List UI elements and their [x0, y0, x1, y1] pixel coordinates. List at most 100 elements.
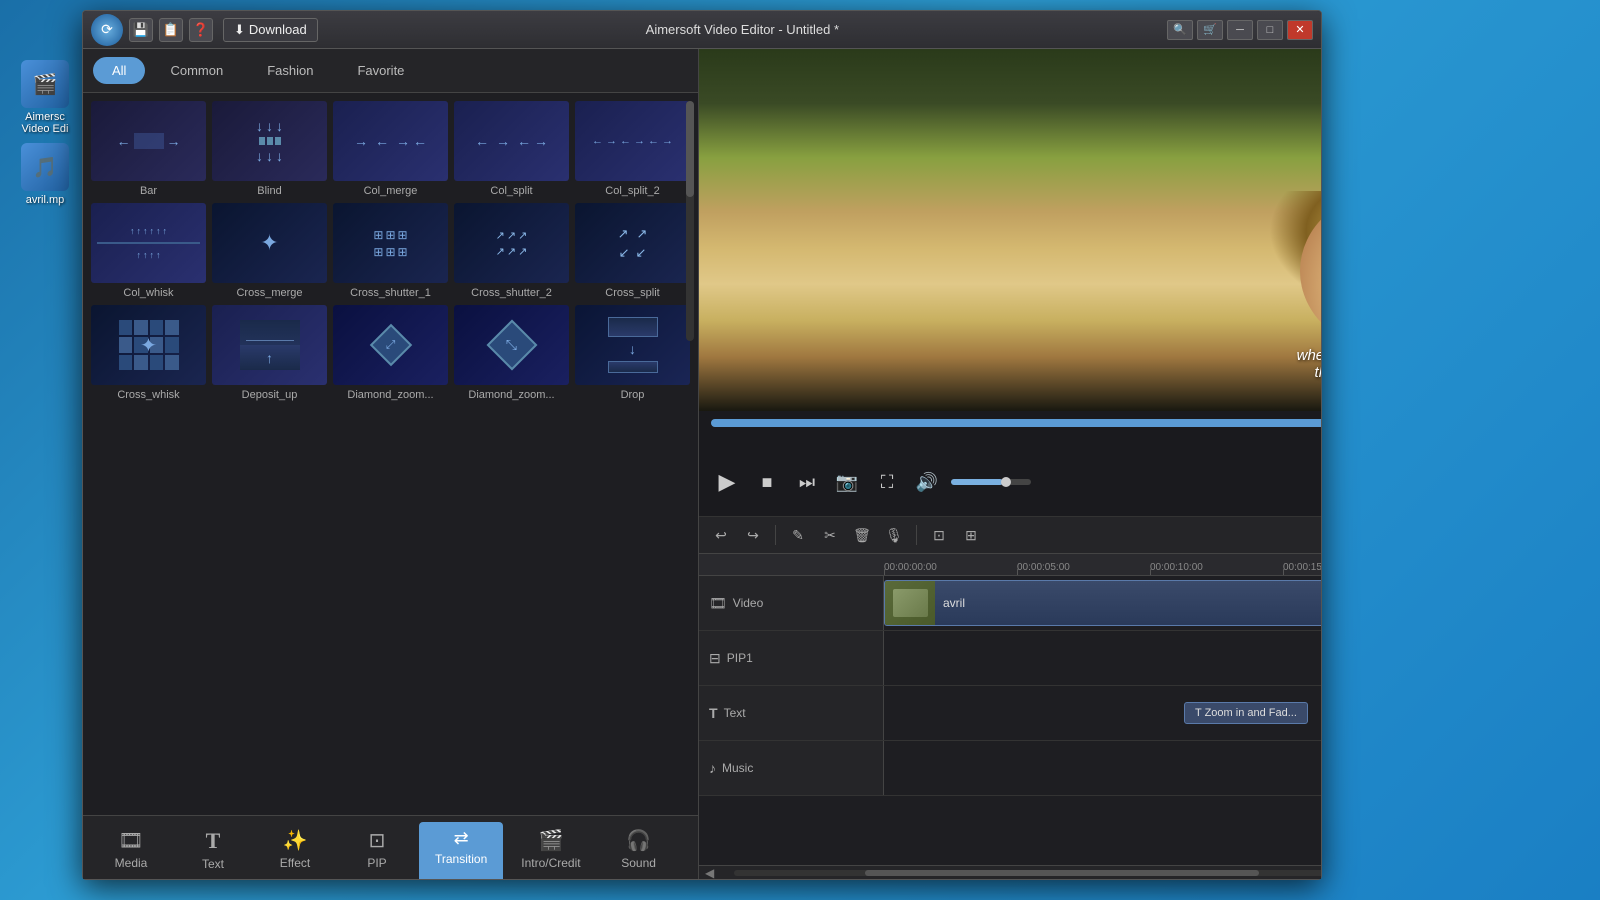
desktop-icon-avril[interactable]: 🎵 avril.mp	[10, 143, 80, 206]
effect-blind-label: Blind	[257, 185, 281, 197]
timeline-toolbar: ↩ ↪ ✎ ✂ 🗑 🎙 ⊡ ⊞ ◦	[699, 517, 1321, 554]
subtitle-line1: when you walk away I count	[1297, 347, 1321, 364]
tab-transition[interactable]: ⇄ Transition	[419, 822, 503, 879]
effect-cross-whisk-label: Cross_whisk	[117, 389, 179, 401]
record-button[interactable]: 🎙	[880, 521, 908, 549]
effect-col-split-label: Col_split	[490, 185, 532, 197]
scroll-left-arrow[interactable]: ◀	[705, 866, 714, 880]
track-label-video: 🎞 Video	[699, 576, 884, 630]
effect-diamond-zoom1[interactable]: ⤢ Diamond_zoom...	[333, 305, 448, 401]
maximize-button[interactable]: □	[1257, 20, 1283, 40]
effect-drop-label: Drop	[621, 389, 645, 401]
detach-button[interactable]: ⊡	[925, 521, 953, 549]
search-button[interactable]: 🔍	[1167, 20, 1193, 40]
effect-col-split[interactable]: ← → ← → Col_split	[454, 101, 569, 197]
track-content-pip1[interactable]	[884, 631, 1321, 685]
minimize-button[interactable]: ─	[1227, 20, 1253, 40]
effect-cross-shutter2[interactable]: ↗ ↗ ↗ ↗ ↗ ↗ Cross_s	[454, 203, 569, 299]
tab-common[interactable]: Common	[151, 57, 242, 84]
fullscreen-button[interactable]: ⛶	[871, 466, 903, 498]
tab-effect[interactable]: ✨ Effect	[255, 822, 335, 879]
track-content-video[interactable]: avril	[884, 576, 1321, 630]
close-button[interactable]: ✕	[1287, 20, 1313, 40]
toolbar-sep-1	[775, 525, 776, 545]
track-row-text: T Text T Zoom in and Fad...	[699, 686, 1321, 741]
video-preview: when you walk away I count the steps tha…	[699, 49, 1321, 411]
effect-bar[interactable]: ← → Bar	[91, 101, 206, 197]
effect-blind[interactable]: ↓↓↓ ↓↓↓ Blind	[212, 101, 327, 197]
history-button[interactable]: 📋	[159, 18, 183, 42]
track-row-music: ♪ Music	[699, 741, 1321, 796]
effect-col-whisk-thumb: ↑↑ ↑↑ ↑↑ ↑↑ ↑↑	[91, 203, 206, 283]
effect-deposit-up-label: Deposit_up	[242, 389, 298, 401]
effect-col-split2[interactable]: ← → ← → ← → Col_split_2	[575, 101, 690, 197]
effects-grid-container: ← → Bar ↓↓↓	[83, 93, 698, 815]
app-title: Aimersoft Video Editor - Untitled *	[318, 22, 1167, 37]
snapshot-button[interactable]: 📷	[831, 466, 863, 498]
effect-diamond-zoom1-thumb: ⤢	[333, 305, 448, 385]
help-button[interactable]: ❓	[189, 18, 213, 42]
redo-button[interactable]: ↪	[739, 521, 767, 549]
edit-button[interactable]: ✎	[784, 521, 812, 549]
media-icon: 🎞	[118, 828, 143, 853]
effect-col-merge[interactable]: → ← → ← Col_merge	[333, 101, 448, 197]
tab-sound[interactable]: 🎧 Sound	[599, 822, 679, 879]
play-button[interactable]: ▶	[711, 466, 743, 498]
tab-text[interactable]: T Text	[173, 822, 253, 879]
progress-bar[interactable]	[711, 419, 1321, 427]
effect-col-split-thumb: ← → ← →	[454, 101, 569, 181]
cut-button[interactable]: ✂	[816, 521, 844, 549]
volume-handle[interactable]	[1001, 477, 1011, 487]
logo-icon: ⟳	[101, 21, 113, 38]
tab-media[interactable]: 🎞 Media	[91, 822, 171, 879]
video-track-label: Video	[733, 596, 763, 610]
effect-diamond-zoom2[interactable]: ⤡ Diamond_zoom...	[454, 305, 569, 401]
music-track-icon: ♪	[709, 760, 716, 776]
right-panel: when you walk away I count the steps tha…	[699, 49, 1321, 879]
desktop-icon-aimersoft[interactable]: 🎬 Aimersc Video Edi	[10, 60, 80, 135]
delete-button[interactable]: 🗑	[848, 521, 876, 549]
progress-container: 00:00:28 / 00:00:30	[699, 411, 1321, 448]
mosaic-button[interactable]: ⊞	[957, 521, 985, 549]
undo-button[interactable]: ↩	[707, 521, 735, 549]
download-button[interactable]: ⬇ Download	[223, 18, 318, 42]
effect-bar-thumb: ← →	[91, 101, 206, 181]
track-content-text[interactable]: T Zoom in and Fad...	[884, 686, 1321, 740]
effect-drop[interactable]: ↓ Drop	[575, 305, 690, 401]
sound-icon: 🎧	[626, 828, 651, 853]
cart-button[interactable]: 🛒	[1197, 20, 1223, 40]
track-content-music[interactable]	[884, 741, 1321, 795]
app-logo: ⟳	[91, 14, 123, 46]
effect-col-whisk[interactable]: ↑↑ ↑↑ ↑↑ ↑↑ ↑↑ Col_w	[91, 203, 206, 299]
effect-cross-split[interactable]: ↗ ↗ ↙ ↙ Cross_spl	[575, 203, 690, 299]
stop-button[interactable]: ■	[751, 466, 783, 498]
timeline-scrollbar: ◀ ▶	[699, 865, 1321, 879]
aimersoft-label: Aimersc Video Edi	[10, 111, 80, 135]
pip-icon: ⊡	[369, 828, 386, 853]
main-content: All Common Fashion Favorite ←	[83, 49, 1321, 879]
effect-cross-shutter2-thumb: ↗ ↗ ↗ ↗ ↗ ↗	[454, 203, 569, 283]
volume-button[interactable]: 🔊	[911, 466, 943, 498]
effects-scrollbar[interactable]	[686, 101, 694, 341]
music-track-label: Music	[722, 761, 753, 775]
effect-cross-whisk[interactable]: ✦ Cross_whisk	[91, 305, 206, 401]
tab-pip[interactable]: ⊡ PIP	[337, 822, 417, 879]
tab-intro[interactable]: 🎬 Intro/Credit	[505, 822, 596, 879]
subtitle-line2: the steps that you take	[1297, 364, 1321, 381]
title-bar: ⟳ 💾 📋 ❓ ⬇ Download Aimersoft Video Edito…	[83, 11, 1321, 49]
effect-cross-merge-label: Cross_merge	[236, 287, 302, 299]
effect-diamond-zoom2-label: Diamond_zoom...	[468, 389, 554, 401]
effect-deposit-up[interactable]: ↑ Deposit_up	[212, 305, 327, 401]
effect-cross-merge[interactable]: ✦ Cross_merge	[212, 203, 327, 299]
tab-all[interactable]: All	[93, 57, 145, 84]
scroll-thumb[interactable]	[865, 870, 1258, 876]
scroll-track[interactable]	[734, 870, 1321, 876]
video-clip-main[interactable]: avril	[884, 580, 1321, 626]
effect-cross-shutter1[interactable]: ⊞ ⊞ ⊞ ⊞ ⊞ ⊞ Cross_s	[333, 203, 448, 299]
tab-favorite[interactable]: Favorite	[338, 57, 423, 84]
tab-fashion[interactable]: Fashion	[248, 57, 332, 84]
track-label-pip1: ⊟ PIP1	[699, 631, 884, 685]
volume-slider[interactable]	[951, 479, 1031, 485]
step-button[interactable]: ⏭	[791, 466, 823, 498]
save-button[interactable]: 💾	[129, 18, 153, 42]
